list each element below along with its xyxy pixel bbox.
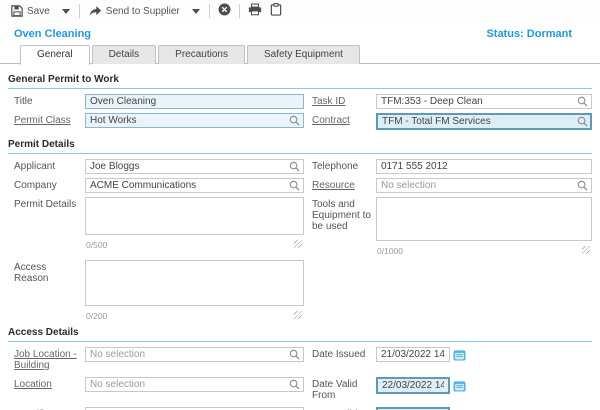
send-to-supplier-button[interactable]: Send to Supplier bbox=[84, 3, 185, 19]
header: Oven Cleaning Status: Dormant bbox=[0, 22, 600, 44]
access-reason-label: Access Reason bbox=[8, 260, 85, 284]
clipboard-button[interactable] bbox=[266, 1, 286, 21]
tab-safety-equipment[interactable]: Safety Equipment bbox=[247, 45, 360, 64]
chevron-down-icon bbox=[62, 9, 70, 14]
form-content: General Permit to Work Title Task ID Per… bbox=[0, 64, 600, 410]
search-icon[interactable] bbox=[289, 349, 300, 363]
date-valid-from-field[interactable] bbox=[376, 377, 450, 394]
permit-class-label[interactable]: Permit Class bbox=[8, 113, 85, 126]
search-icon[interactable] bbox=[289, 115, 300, 129]
date-valid-from-label: Date Valid From bbox=[310, 377, 376, 401]
resource-label[interactable]: Resource bbox=[310, 178, 376, 191]
chevron-down-icon bbox=[192, 9, 200, 14]
status-badge: Status: Dormant bbox=[486, 28, 572, 40]
title-field[interactable] bbox=[85, 94, 304, 109]
search-icon[interactable] bbox=[289, 379, 300, 393]
search-icon[interactable] bbox=[289, 180, 300, 194]
section-access-details: Access Details bbox=[8, 325, 592, 342]
permit-details-label: Permit Details bbox=[8, 197, 85, 210]
location-label[interactable]: Location bbox=[8, 377, 85, 390]
access-reason-textarea[interactable] bbox=[85, 260, 304, 306]
tab-bar: General Details Precautions Safety Equip… bbox=[0, 44, 600, 64]
company-field[interactable] bbox=[85, 178, 304, 193]
calendar-icon[interactable] bbox=[453, 380, 466, 392]
contract-field[interactable] bbox=[376, 113, 592, 130]
save-dropdown-button[interactable] bbox=[55, 7, 75, 16]
applicant-label: Applicant bbox=[8, 159, 85, 172]
title-label: Title bbox=[8, 94, 85, 107]
telephone-label: Telephone bbox=[310, 159, 376, 172]
share-arrow-icon bbox=[89, 5, 102, 17]
search-icon[interactable] bbox=[577, 116, 588, 130]
cancel-button[interactable] bbox=[214, 1, 235, 21]
section-general-permit-to-work: General Permit to Work bbox=[8, 72, 592, 89]
search-icon[interactable] bbox=[577, 180, 588, 194]
toolbar-separator bbox=[209, 4, 210, 18]
permit-details-counter: 0/500 bbox=[85, 240, 304, 250]
company-label: Company bbox=[8, 178, 85, 191]
date-issued-label: Date Issued bbox=[310, 347, 376, 360]
clipboard-icon bbox=[270, 3, 282, 19]
toolbar: Save Send to Supplier bbox=[0, 0, 600, 22]
toolbar-separator bbox=[239, 4, 240, 18]
send-to-supplier-label: Send to Supplier bbox=[106, 6, 180, 17]
resource-field[interactable] bbox=[376, 178, 592, 193]
search-icon[interactable] bbox=[289, 161, 300, 175]
page-title: Oven Cleaning bbox=[14, 28, 91, 40]
location-field[interactable] bbox=[85, 377, 304, 392]
search-icon[interactable] bbox=[577, 96, 588, 110]
task-id-label[interactable]: Task ID bbox=[310, 94, 376, 107]
section-permit-details: Permit Details bbox=[8, 137, 592, 154]
printer-icon bbox=[248, 3, 262, 19]
print-button[interactable] bbox=[244, 1, 266, 21]
save-icon bbox=[11, 5, 23, 17]
tab-general[interactable]: General bbox=[20, 45, 90, 65]
send-dropdown-button[interactable] bbox=[185, 7, 205, 16]
permit-details-textarea[interactable] bbox=[85, 197, 304, 235]
tab-precautions[interactable]: Precautions bbox=[158, 45, 245, 64]
calendar-icon[interactable] bbox=[453, 349, 466, 361]
tools-equipment-counter: 0/1000 bbox=[376, 246, 592, 256]
save-button[interactable]: Save bbox=[6, 3, 55, 19]
telephone-field[interactable] bbox=[376, 159, 592, 174]
circle-x-icon bbox=[218, 3, 231, 19]
contract-label[interactable]: Contract bbox=[310, 113, 376, 126]
task-id-field[interactable] bbox=[376, 94, 592, 109]
tools-equipment-label: Tools and Equipment to be used bbox=[310, 197, 376, 232]
toolbar-separator bbox=[79, 4, 80, 18]
job-location-building-field[interactable] bbox=[85, 347, 304, 362]
tools-equipment-textarea[interactable] bbox=[376, 197, 592, 241]
tab-details[interactable]: Details bbox=[92, 45, 157, 64]
applicant-field[interactable] bbox=[85, 159, 304, 174]
permit-class-field[interactable] bbox=[85, 113, 304, 128]
date-issued-field[interactable] bbox=[376, 347, 450, 362]
job-location-building-label[interactable]: Job Location - Building bbox=[8, 347, 85, 371]
save-label: Save bbox=[27, 6, 50, 17]
access-reason-counter: 0/200 bbox=[85, 311, 304, 321]
